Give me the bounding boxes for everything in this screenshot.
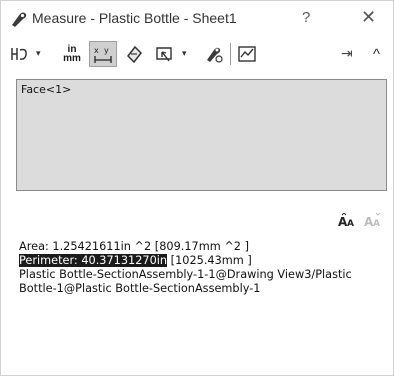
xyz-measure-icon: x y [94,46,112,63]
perimeter-result: Perimeter: 40.37131270in [1025.43mm ] [19,254,391,268]
svg-text:x: x [94,46,99,55]
measurement-results: Area: 1.25421611in ^2 [809.17mm ^2 ] Per… [19,240,391,296]
decrease-font-icon[interactable]: A A [364,212,384,230]
title-bar[interactable]: Measure - Plastic Bottle - Sheet1 ? ✕ [1,1,393,37]
arc-circle-measurements-button[interactable] [7,41,31,67]
measure-history-icon [207,47,223,63]
collapse-button[interactable]: ^ [373,46,380,63]
area-result: Area: 1.25421611in ^2 [809.17mm ^2 ] [19,240,249,253]
point-to-point-icon [127,45,142,64]
results-panel: A A A A Area: 1.25421611in ^2 [809.17mm … [1,201,393,375]
arc-options-dropdown-icon[interactable]: ▾ [36,48,41,59]
projected-on-icon [156,47,172,62]
toolbar-divider [230,43,231,65]
selection-item[interactable]: Face<1> [21,83,71,96]
projected-on-button[interactable] [152,41,176,67]
perimeter-highlight: Perimeter: 40.37131270in [19,254,168,267]
selection-list[interactable]: Face<1> [16,79,387,191]
measure-app-icon [12,12,27,27]
measure-window: Measure - Plastic Bottle - Sheet1 ? ✕ ▾ … [0,0,394,376]
svg-text:A: A [347,219,354,227]
svg-text:y: y [104,46,109,55]
svg-text:A: A [373,219,380,227]
close-button[interactable]: ✕ [361,7,376,28]
perimeter-mm: [1025.43mm ] [167,254,252,267]
increase-font-icon[interactable]: A A [338,212,358,230]
units-precision-button[interactable]: in mm [58,41,86,67]
units-mm-label: mm [63,53,81,64]
arc-circle-icon [11,48,27,60]
show-xyz-measurements-button[interactable]: x y [89,41,117,67]
create-sensor-button[interactable] [235,41,259,67]
entity-path: Plastic Bottle-SectionAssembly-1-1@Drawi… [19,268,352,295]
projected-dropdown-icon[interactable]: ▾ [182,48,187,59]
measure-toolbar: ▾ in mm x y ▾ ⇥ ^ [1,37,393,73]
window-title: Measure - Plastic Bottle - Sheet1 [32,10,237,26]
measurement-history-button[interactable] [202,41,226,67]
point-to-point-button[interactable] [122,41,146,67]
pin-icon[interactable]: ⇥ [341,45,353,62]
sensor-graph-icon [238,46,256,62]
help-button[interactable]: ? [302,9,310,26]
